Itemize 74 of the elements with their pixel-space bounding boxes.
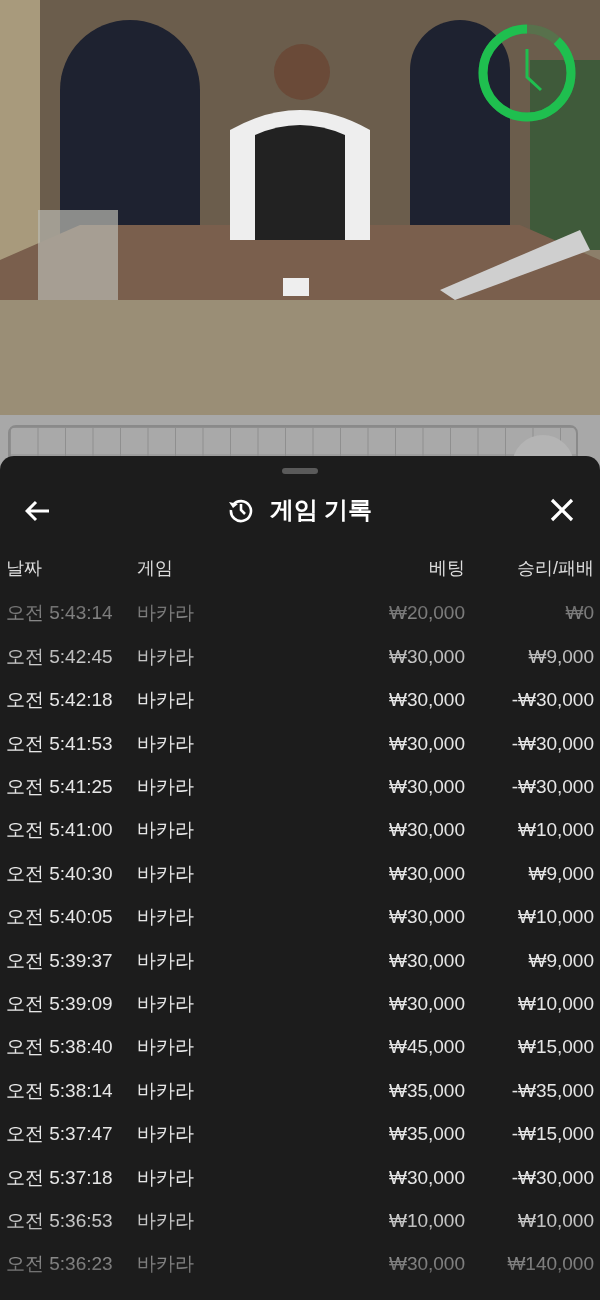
- table-cell: ₩9,000: [528, 862, 594, 884]
- table-cell: 오전 5:40:30: [6, 862, 113, 884]
- table-cell: ₩45,000: [388, 1036, 465, 1058]
- table-cell: ₩30,000: [388, 732, 465, 754]
- table-cell: 오전 5:43:14: [6, 602, 113, 624]
- table-cell: ₩10,000: [517, 906, 594, 928]
- drag-handle[interactable]: [282, 468, 318, 474]
- table-cell: 바카라: [137, 776, 194, 797]
- table-cell: ₩30,000: [388, 862, 465, 884]
- table-cell: -₩30,000: [511, 1166, 594, 1188]
- column-header: 승리/패배: [517, 557, 594, 578]
- table-cell: ₩140,000: [507, 1253, 594, 1275]
- table-cell: 오전 5:41:53: [6, 732, 113, 754]
- table-cell: ₩30,000: [388, 1166, 465, 1188]
- table-cell: 오전 5:42:18: [6, 689, 113, 711]
- table-cell: -₩30,000: [511, 776, 594, 797]
- table-cell: ₩10,000: [517, 1209, 594, 1231]
- table-cell: 오전 5:39:09: [6, 992, 113, 1014]
- table-cell: ₩10,000: [517, 819, 594, 841]
- table-cell: 바카라: [137, 992, 194, 1014]
- table-cell: 바카라: [137, 1166, 194, 1188]
- table-cell: 오전 5:39:37: [6, 949, 113, 971]
- sheet-title: 게임 기록: [269, 495, 373, 525]
- table-cell: 바카라: [137, 1079, 194, 1101]
- table-cell: ₩30,000: [388, 1253, 465, 1275]
- table-cell: 바카라: [137, 1209, 194, 1231]
- table-cell: ₩15,000: [517, 1036, 594, 1058]
- close-icon: [550, 498, 574, 523]
- table-cell: ₩20,000: [388, 602, 465, 624]
- table-cell: 바카라: [137, 819, 194, 841]
- table-cell: ₩35,000: [388, 1123, 465, 1145]
- table-cell: 바카라: [137, 602, 194, 624]
- table-cell: 오전 5:41:00: [6, 819, 113, 841]
- table-cell: 오전 5:37:47: [6, 1123, 113, 1145]
- table-cell: 바카라: [137, 1036, 194, 1058]
- column-header: 베팅: [429, 557, 465, 578]
- table-cell: ₩30,000: [388, 645, 465, 667]
- table-cell: 바카라: [137, 862, 194, 884]
- table-cell: ₩10,000: [388, 1209, 465, 1231]
- table-cell: -₩35,000: [511, 1079, 594, 1101]
- table-cell: ₩30,000: [388, 819, 465, 841]
- table-cell: ₩30,000: [388, 906, 465, 928]
- table-cell: 오전 5:42:45: [6, 645, 113, 667]
- table-cell: 오전 5:40:05: [6, 906, 113, 928]
- column-header: 게임: [137, 557, 173, 578]
- table-cell: 바카라: [137, 1123, 194, 1145]
- table-cell: 오전 5:36:23: [6, 1253, 113, 1275]
- table-cell: 오전 5:41:25: [6, 776, 113, 797]
- table-cell: ₩30,000: [388, 992, 465, 1014]
- table-cell: ₩10,000: [517, 992, 594, 1014]
- table-cell: 오전 5:38:14: [6, 1079, 113, 1101]
- table-cell: -₩30,000: [511, 689, 594, 711]
- table-cell: 바카라: [137, 906, 194, 928]
- table-cell: 바카라: [137, 1253, 194, 1275]
- table-cell: 바카라: [137, 732, 194, 754]
- table-cell: 오전 5:38:40: [6, 1036, 113, 1058]
- history-icon: [227, 497, 254, 523]
- table-cell: 바카라: [137, 645, 194, 667]
- table-cell: ₩35,000: [388, 1079, 465, 1101]
- table-cell: -₩30,000: [511, 732, 594, 754]
- table-cell: 오전 5:36:53: [6, 1209, 113, 1231]
- column-header: 날짜: [6, 557, 42, 578]
- table-cell: ₩30,000: [388, 776, 465, 797]
- table-cell: 오전 5:37:18: [6, 1166, 113, 1188]
- table-cell: ₩0: [565, 602, 594, 624]
- table-cell: ₩9,000: [528, 645, 594, 667]
- table-cell: 바카라: [137, 689, 194, 711]
- table-cell: 바카라: [137, 949, 194, 971]
- timer-icon: [476, 22, 578, 124]
- table-cell: ₩9,000: [528, 949, 594, 971]
- table-cell: ₩30,000: [388, 689, 465, 711]
- table-cell: ₩30,000: [388, 949, 465, 971]
- table-cell: -₩15,000: [511, 1123, 594, 1145]
- back-arrow-icon: [25, 499, 51, 522]
